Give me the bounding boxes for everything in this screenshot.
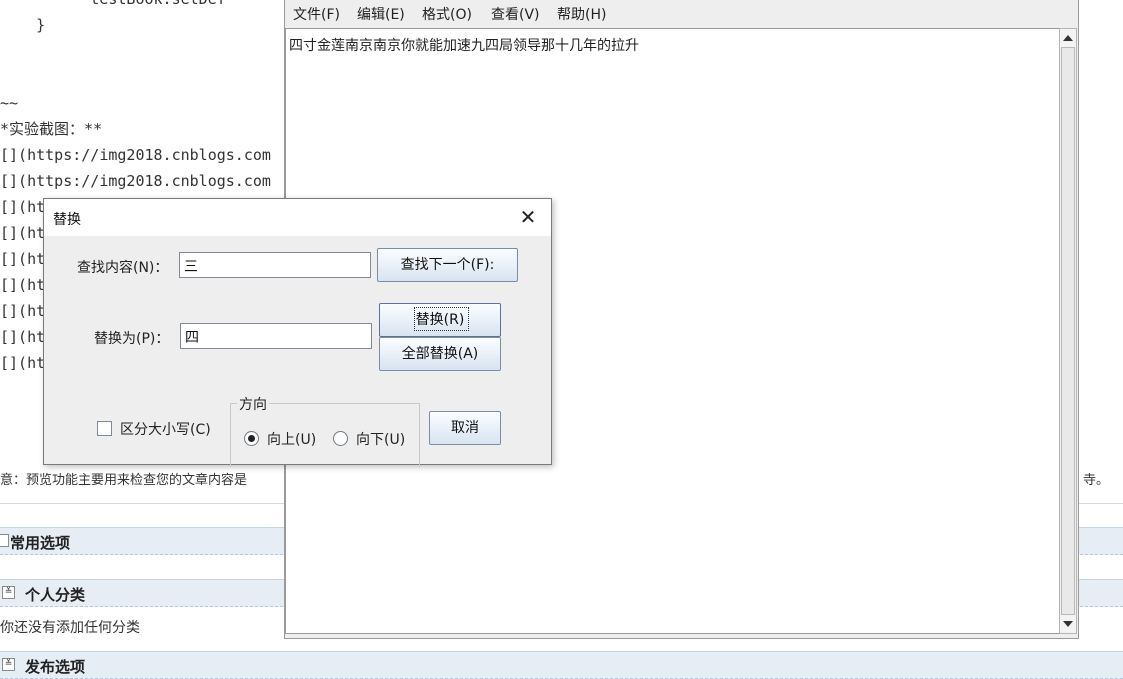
- menu-edit[interactable]: 编辑(E): [357, 4, 405, 24]
- code-line: *实验截图：**: [0, 120, 103, 138]
- menu-bar: 文件(F) 编辑(E) 格式(O) 查看(V) 帮助(H): [285, 0, 1078, 27]
- replace-button-label: 替换(R): [415, 312, 465, 328]
- section-title: 常用选项: [10, 534, 71, 552]
- code-line: [](https://img2018.cnblogs.com: [0, 172, 271, 190]
- find-input[interactable]: 三: [179, 252, 371, 278]
- code-line: }: [0, 16, 46, 34]
- no-category-text: 你还没有添加任何分类: [0, 620, 140, 636]
- direction-down-radio[interactable]: [333, 431, 348, 446]
- replace-button[interactable]: 替换(R): [379, 303, 501, 337]
- close-icon[interactable]: ✕: [513, 203, 543, 231]
- direction-group: 方向 向上(U) 向下(U): [230, 394, 420, 467]
- notice-text-end: 寺。: [1082, 473, 1109, 488]
- find-label: 查找内容(N)：: [77, 260, 169, 276]
- menu-help[interactable]: 帮助(H): [557, 4, 606, 24]
- replace-all-button[interactable]: 全部替换(A): [379, 337, 501, 371]
- collapse-icon[interactable]: ≚: [2, 586, 15, 599]
- code-line: ~~: [0, 94, 19, 112]
- notice-text: 意：预览功能主要用来检查您的文章内容是: [0, 473, 248, 488]
- direction-title: 方向: [237, 394, 269, 414]
- section-title: 个人分类: [25, 586, 86, 604]
- section-title: 发布选项: [25, 658, 86, 676]
- code-line: [](https://img2018.cnblogs.com: [0, 146, 271, 164]
- direction-down-label[interactable]: 向下(U): [356, 429, 405, 449]
- collapse-icon[interactable]: ≚: [2, 658, 15, 671]
- match-case-checkbox[interactable]: [97, 421, 112, 436]
- scroll-up-icon[interactable]: [1063, 35, 1073, 41]
- replace-label: 替换为(P)：: [94, 331, 170, 347]
- find-next-button[interactable]: 查找下一个(F):: [377, 248, 518, 282]
- scroll-down-icon[interactable]: [1063, 621, 1073, 627]
- toggle-icon[interactable]: [0, 534, 9, 547]
- menu-file[interactable]: 文件(F): [293, 4, 340, 24]
- vertical-scrollbar[interactable]: [1059, 28, 1077, 634]
- replace-input[interactable]: 四: [180, 323, 372, 349]
- code-line: testBook.setDef: [0, 0, 225, 8]
- document-text: 四寸金莲南京南京你就能加速九四局领导那十几年的拉升: [289, 38, 639, 54]
- replace-dialog: 替换 ✕ 查找内容(N)： 三 查找下一个(F): 替换为(P)： 四 替换(R…: [43, 198, 552, 467]
- direction-up-radio[interactable]: [244, 431, 259, 446]
- section-publish-options[interactable]: ≚ 发布选项: [0, 651, 1123, 679]
- dialog-titlebar[interactable]: 替换 ✕: [44, 199, 551, 236]
- match-case-label[interactable]: 区分大小写(C): [120, 419, 211, 439]
- menu-format[interactable]: 格式(O): [422, 4, 472, 24]
- cancel-button[interactable]: 取消: [429, 411, 501, 445]
- menu-view[interactable]: 查看(V): [491, 4, 540, 24]
- direction-up-label[interactable]: 向上(U): [267, 429, 316, 449]
- dialog-title: 替换: [53, 212, 81, 228]
- scroll-thumb[interactable]: [1061, 47, 1075, 615]
